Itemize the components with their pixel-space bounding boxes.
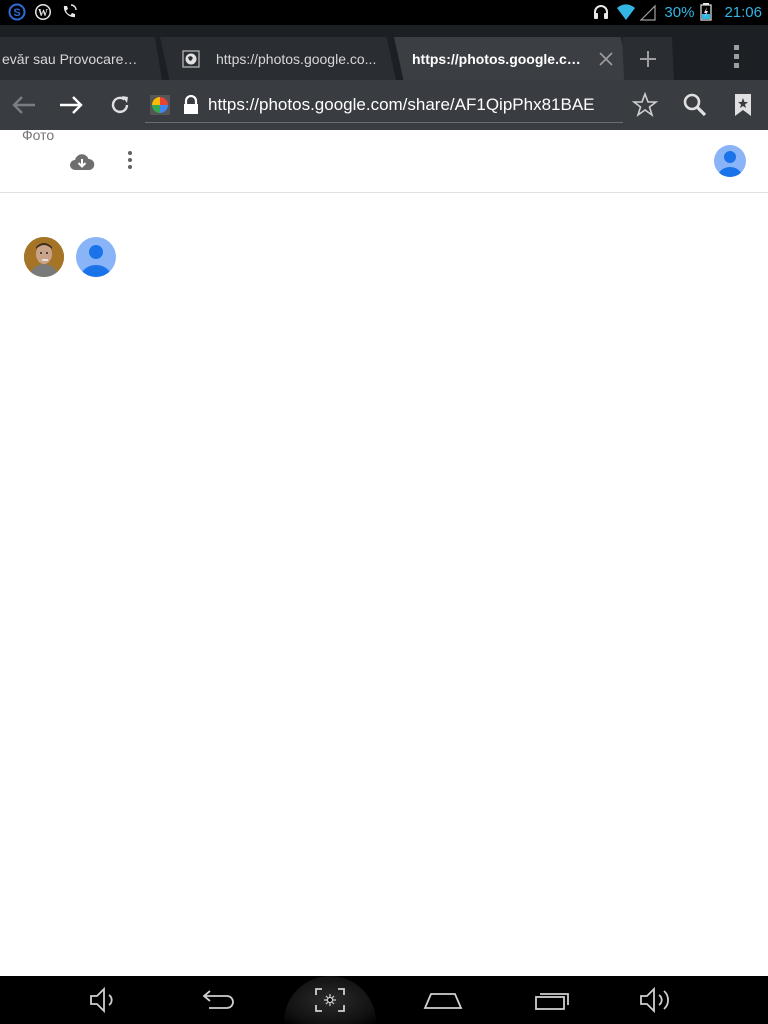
site-favicon-icon — [150, 95, 170, 115]
status-bar-left: S W — [8, 3, 78, 21]
wordpress-icon: W — [34, 3, 52, 21]
tab-1[interactable]: evăr sau Provocare? ::... — [0, 37, 162, 80]
reload-icon — [111, 96, 129, 114]
plus-icon — [638, 49, 658, 69]
recent-apps-icon — [535, 993, 569, 1010]
page-content: Фото — [0, 127, 768, 976]
tab-3-active[interactable]: https://photos.google.co... — [394, 37, 630, 80]
headphones-icon — [592, 3, 610, 21]
tab-overflow-menu-icon[interactable] — [726, 41, 746, 71]
back-button[interactable] — [5, 86, 43, 124]
globe-icon — [182, 49, 200, 68]
home-icon — [423, 993, 463, 1009]
volume-down-icon — [90, 986, 113, 1014]
url-text[interactable]: https://photos.google.com/share/AF1QipPh… — [208, 95, 618, 115]
reload-button[interactable] — [101, 86, 139, 124]
search-icon — [683, 93, 707, 117]
download-button[interactable] — [68, 148, 96, 176]
tab-strip: evăr sau Provocare? ::... https://photos… — [0, 25, 768, 80]
volume-down-button[interactable] — [80, 980, 130, 1020]
phone-wifi-icon — [60, 3, 78, 21]
tab-1-label: evăr sau Provocare? ::... — [2, 50, 144, 67]
header-divider — [0, 192, 768, 193]
bookmarks-button[interactable] — [724, 86, 762, 124]
screenshot-icon — [315, 988, 345, 1012]
signal-icon — [639, 3, 658, 21]
page-title: Фото — [22, 127, 55, 143]
forward-arrow-icon — [60, 96, 83, 114]
skype-icon: S — [8, 3, 26, 21]
more-vert-icon — [128, 151, 132, 169]
tab-2-label: https://photos.google.co... — [216, 50, 377, 67]
status-time: 21:06 — [724, 3, 762, 21]
status-bar-right: 30% 21:06 — [592, 3, 762, 21]
url-bar[interactable]: https://photos.google.com/share/AF1QipPh… — [145, 88, 623, 123]
svg-text:W: W — [38, 8, 48, 19]
back-nav-icon — [202, 990, 234, 1009]
new-tab-button[interactable] — [622, 37, 674, 80]
status-bar: S W 30% 21:06 — [0, 0, 768, 25]
volume-up-icon — [640, 986, 669, 1014]
lock-icon — [182, 95, 200, 115]
svg-text:S: S — [13, 7, 20, 19]
system-navigation-bar — [0, 976, 768, 1024]
bookmarks-icon — [735, 94, 751, 116]
volume-up-button[interactable] — [632, 980, 682, 1020]
participant-photo-avatar[interactable] — [24, 237, 64, 277]
close-tab-icon[interactable] — [598, 51, 614, 67]
tab-2[interactable]: https://photos.google.co... — [160, 37, 396, 80]
back-nav-button[interactable] — [192, 980, 242, 1020]
bookmark-star-button[interactable] — [626, 86, 664, 124]
cloud-download-icon — [70, 154, 95, 170]
forward-button[interactable] — [52, 86, 90, 124]
star-icon — [632, 92, 658, 118]
tab-3-label: https://photos.google.co... — [412, 50, 584, 67]
person-icon — [81, 245, 111, 277]
account-avatar[interactable] — [714, 145, 746, 177]
person-icon — [718, 151, 742, 177]
wifi-icon — [616, 3, 636, 21]
participant-default-avatar[interactable] — [76, 237, 116, 277]
screenshot-button[interactable] — [305, 980, 355, 1020]
search-button[interactable] — [676, 86, 714, 124]
battery-icon — [700, 3, 718, 21]
recent-apps-button[interactable] — [527, 980, 577, 1020]
home-button[interactable] — [418, 980, 468, 1020]
battery-percent: 30% — [664, 3, 695, 21]
back-arrow-icon — [12, 96, 35, 114]
more-options-button[interactable] — [118, 148, 142, 172]
browser-toolbar: https://photos.google.com/share/AF1QipPh… — [0, 80, 768, 130]
